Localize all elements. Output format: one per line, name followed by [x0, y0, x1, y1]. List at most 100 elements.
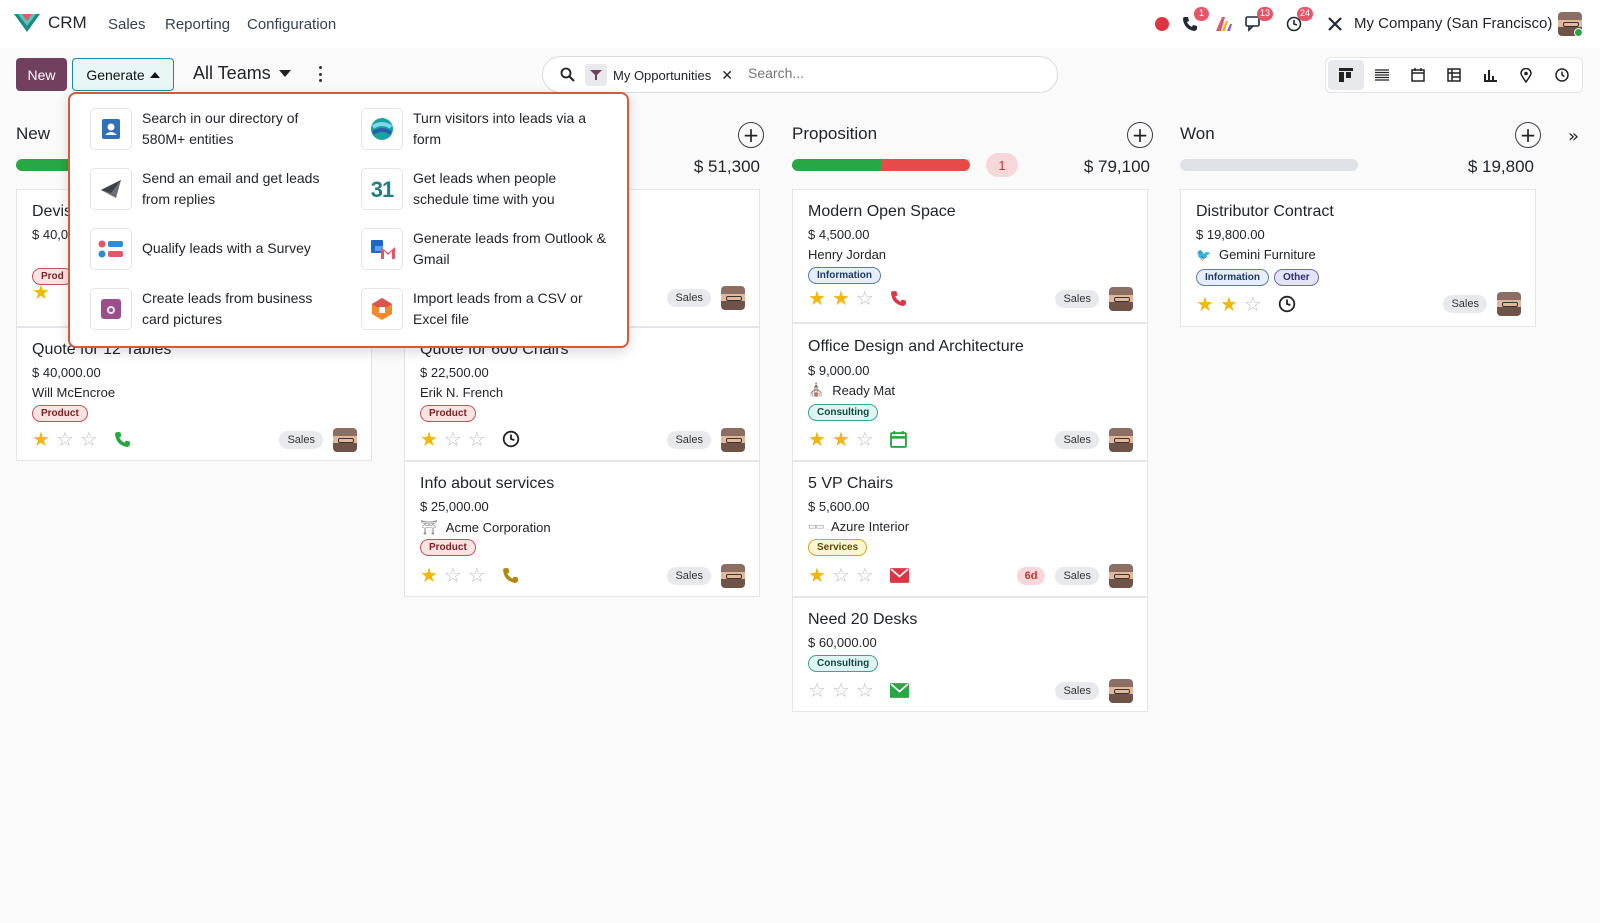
- salesperson-avatar[interactable]: [1109, 564, 1133, 588]
- priority-star-icon[interactable]: ☆: [468, 429, 486, 449]
- quick-create-proposition[interactable]: +: [1127, 122, 1153, 148]
- caret-up-icon: [149, 71, 160, 78]
- priority-star-icon[interactable]: ★: [808, 429, 826, 449]
- email-activity-icon[interactable]: [889, 567, 909, 583]
- messages-icon[interactable]: 13: [1244, 7, 1273, 34]
- menu-item-appointments[interactable]: 31 Get leads when people schedule time w…: [361, 168, 613, 210]
- menu-item-import[interactable]: Import leads from a CSV or Excel file: [361, 288, 613, 330]
- priority-star-icon[interactable]: ★: [808, 288, 826, 308]
- progress-proposition[interactable]: [792, 159, 970, 171]
- search-icon[interactable]: [560, 67, 575, 82]
- remove-facet-icon[interactable]: ✕: [721, 67, 733, 84]
- pivot-view-icon[interactable]: [1436, 60, 1472, 90]
- salesperson-avatar[interactable]: [1109, 287, 1133, 311]
- calendar-view-icon[interactable]: [1400, 60, 1436, 90]
- salesperson-avatar[interactable]: [1497, 292, 1521, 316]
- lead-card[interactable]: Distributor Contract $ 19,800.00 🐦 Gemini…: [1180, 189, 1536, 327]
- priority-star-icon[interactable]: ★: [1196, 294, 1214, 314]
- menu-item-survey[interactable]: Qualify leads with a Survey: [90, 228, 342, 270]
- priority-star-icon[interactable]: ☆: [444, 429, 462, 449]
- priority-star-icon[interactable]: ☆: [468, 565, 486, 585]
- menu-item-business-card[interactable]: Create leads from business card pictures: [90, 288, 342, 330]
- menu-sales[interactable]: Sales: [108, 16, 146, 33]
- priority-star-icon[interactable]: ☆: [1244, 294, 1262, 314]
- list-view-icon[interactable]: [1364, 60, 1400, 90]
- recording-status-icon[interactable]: [1152, 14, 1172, 34]
- priority-star-icon[interactable]: ★: [808, 565, 826, 585]
- card-title: Need 20 Desks: [808, 611, 918, 628]
- priority-star-icon[interactable]: ☆: [444, 565, 462, 585]
- column-title-won[interactable]: Won: [1180, 124, 1215, 144]
- salesperson-avatar[interactable]: [721, 564, 745, 588]
- activities-clock-icon[interactable]: 24: [1284, 7, 1313, 34]
- search-bar[interactable]: My Opportunities ✕: [542, 56, 1058, 93]
- lead-card[interactable]: Modern Open Space $ 4,500.00 Henry Jorda…: [792, 189, 1148, 323]
- email-activity-icon[interactable]: [889, 682, 909, 698]
- card-customer: Erik N. French: [420, 385, 503, 400]
- phone-activity-icon[interactable]: [114, 431, 131, 448]
- progress-won[interactable]: [1180, 159, 1358, 171]
- priority-star-icon[interactable]: ★: [420, 565, 438, 585]
- salesperson-avatar[interactable]: [1109, 428, 1133, 452]
- priority-star-icon[interactable]: ☆: [832, 680, 850, 700]
- activity-clock-icon[interactable]: [1278, 295, 1296, 313]
- crm-app-logo[interactable]: [14, 14, 40, 32]
- teams-selector[interactable]: All Teams: [193, 63, 291, 84]
- priority-star-icon[interactable]: ☆: [56, 429, 74, 449]
- priority-star-icon[interactable]: ★: [420, 429, 438, 449]
- priority-star-icon[interactable]: ☆: [856, 565, 874, 585]
- generate-label: Generate: [86, 66, 145, 83]
- user-avatar[interactable]: [1558, 12, 1582, 36]
- menu-item-directory[interactable]: Search in our directory of 580M+ entitie…: [90, 108, 342, 150]
- menu-item-outlook-gmail[interactable]: Generate leads from Outlook & Gmail: [361, 228, 613, 270]
- ai-assistant-icon[interactable]: [1214, 14, 1234, 34]
- team-pill: Sales: [1055, 290, 1099, 308]
- priority-star-icon[interactable]: ★: [32, 429, 50, 449]
- lead-card[interactable]: Need 20 Desks $ 60,000.00 Consulting ☆ ☆…: [792, 597, 1148, 712]
- priority-star-icon[interactable]: ☆: [856, 288, 874, 308]
- new-button[interactable]: New: [16, 58, 67, 91]
- priority-star-icon[interactable]: ★: [832, 429, 850, 449]
- quick-create-qualified[interactable]: +: [738, 122, 764, 148]
- priority-star-icon[interactable]: ★: [832, 288, 850, 308]
- menu-reporting[interactable]: Reporting: [165, 16, 230, 33]
- priority-star-icon[interactable]: ☆: [80, 429, 98, 449]
- menu-item-email[interactable]: Send an email and get leads from replies: [90, 168, 342, 210]
- lead-card[interactable]: 5 VP Chairs $ 5,600.00 ▭▭ Azure Interior …: [792, 461, 1148, 597]
- phone-activity-icon[interactable]: [890, 290, 907, 307]
- search-input[interactable]: [748, 65, 1038, 81]
- column-title-new[interactable]: New: [16, 124, 50, 144]
- salesperson-avatar[interactable]: [721, 286, 745, 310]
- graph-view-icon[interactable]: [1472, 60, 1508, 90]
- activity-clock-icon[interactable]: [502, 430, 520, 448]
- generate-button[interactable]: Generate: [72, 58, 174, 91]
- overdue-count-badge[interactable]: 1: [986, 153, 1018, 177]
- priority-star-icon[interactable]: ★: [32, 282, 50, 302]
- map-view-icon[interactable]: [1508, 60, 1544, 90]
- priority-star-icon[interactable]: ☆: [832, 565, 850, 585]
- calendar-activity-icon[interactable]: [889, 430, 907, 448]
- phone-icon[interactable]: 1: [1180, 7, 1209, 34]
- debug-tools-icon[interactable]: [1325, 14, 1345, 34]
- activity-view-icon[interactable]: [1544, 60, 1580, 90]
- kanban-view-icon[interactable]: [1328, 60, 1364, 90]
- menu-configuration[interactable]: Configuration: [247, 16, 336, 33]
- priority-star-icon[interactable]: ★: [1220, 294, 1238, 314]
- email-send-icon: [90, 168, 132, 210]
- salesperson-avatar[interactable]: [333, 428, 357, 452]
- column-title-proposition[interactable]: Proposition: [792, 124, 877, 144]
- expand-columns-icon[interactable]: »: [1568, 126, 1579, 147]
- phone-activity-icon[interactable]: [502, 567, 519, 584]
- quick-create-won[interactable]: +: [1515, 122, 1541, 148]
- priority-star-icon[interactable]: ☆: [808, 680, 826, 700]
- company-switcher[interactable]: My Company (San Francisco): [1354, 15, 1552, 32]
- more-actions-icon[interactable]: [315, 66, 325, 82]
- salesperson-avatar[interactable]: [1109, 679, 1133, 703]
- menu-item-website-form[interactable]: Turn visitors into leads via a form: [361, 108, 613, 150]
- app-name[interactable]: CRM: [48, 13, 87, 33]
- lead-card[interactable]: Info about services $ 25,000.00 ⛩ Acme Co…: [404, 461, 760, 597]
- salesperson-avatar[interactable]: [721, 428, 745, 452]
- lead-card[interactable]: Office Design and Architecture $ 9,000.0…: [792, 323, 1148, 461]
- priority-star-icon[interactable]: ☆: [856, 429, 874, 449]
- priority-star-icon[interactable]: ☆: [856, 680, 874, 700]
